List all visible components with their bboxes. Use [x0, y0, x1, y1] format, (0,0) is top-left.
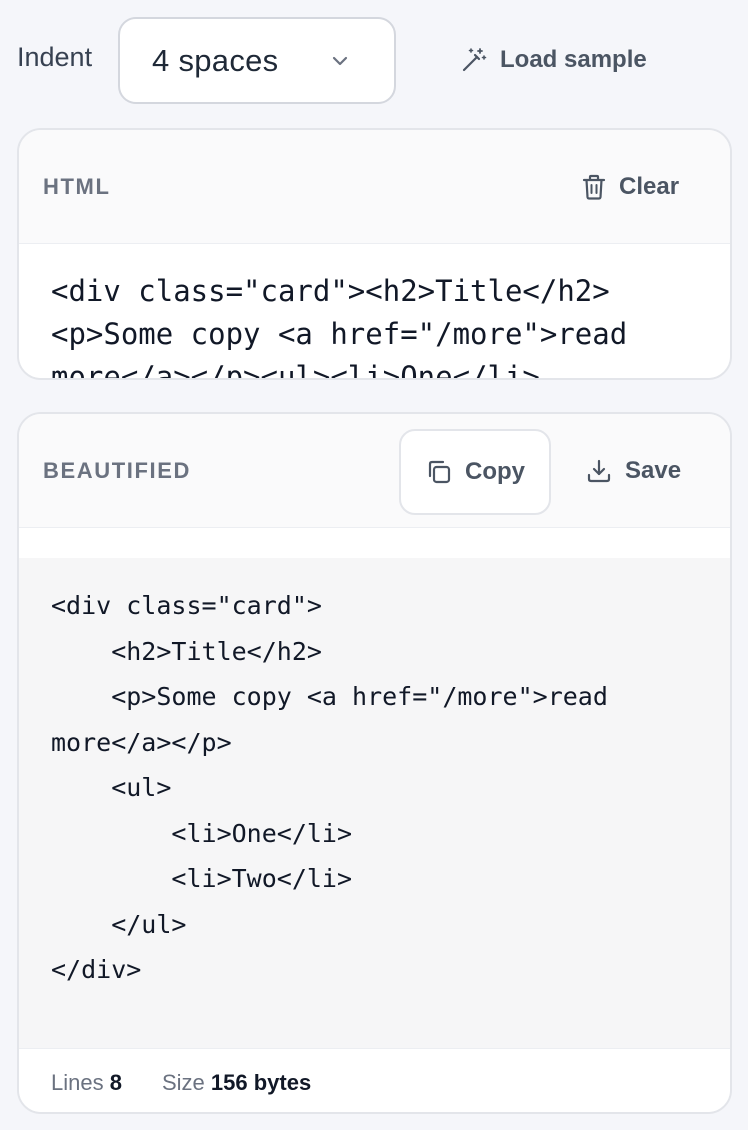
- indent-select[interactable]: 4 spaces: [118, 17, 396, 104]
- html-card-header: HTML Clear: [19, 130, 730, 244]
- beautified-output-card: BEAUTIFIED Copy Save <div class="card">: [17, 412, 732, 1114]
- indent-select-value: 4 spaces: [152, 42, 279, 78]
- output-spacer: [19, 528, 730, 558]
- clear-label: Clear: [619, 173, 680, 200]
- magic-wand-icon: [460, 46, 488, 74]
- lines-stat-label: Lines: [51, 1069, 104, 1095]
- html-input-textarea[interactable]: <div class="card"><h2>Title</h2> <p>Some…: [19, 244, 730, 378]
- html-input-card: HTML Clear <div class="card"><h2>Title</…: [17, 128, 732, 380]
- save-label: Save: [625, 457, 682, 484]
- output-card-title: BEAUTIFIED: [43, 458, 191, 483]
- size-stat-label: Size: [161, 1069, 205, 1095]
- save-button[interactable]: Save: [585, 446, 681, 496]
- trash-icon: [581, 173, 607, 201]
- size-stat: Size 156 bytes: [162, 1070, 311, 1096]
- html-card-title: HTML: [43, 174, 111, 199]
- copy-button[interactable]: Copy: [399, 429, 551, 515]
- load-sample-label: Load sample: [500, 46, 647, 73]
- clear-button[interactable]: Clear: [581, 162, 679, 212]
- lines-stat: Lines 8: [51, 1070, 122, 1096]
- copy-icon: [425, 458, 453, 486]
- lines-stat-value: 8: [109, 1069, 122, 1095]
- output-card-header: BEAUTIFIED Copy Save: [19, 414, 730, 528]
- beautified-output-code[interactable]: <div class="card"> <h2>Title</h2> <p>Som…: [19, 558, 730, 1048]
- copy-label: Copy: [465, 458, 525, 485]
- chevron-down-icon: [330, 51, 350, 71]
- size-stat-value: 156 bytes: [210, 1069, 312, 1095]
- output-stats-bar: Lines 8 Size 156 bytes: [19, 1048, 730, 1112]
- download-icon: [585, 457, 613, 485]
- toolbar: Indent 4 spaces Load sample: [0, 0, 748, 120]
- load-sample-button[interactable]: Load sample: [460, 38, 647, 82]
- indent-label: Indent: [17, 42, 93, 72]
